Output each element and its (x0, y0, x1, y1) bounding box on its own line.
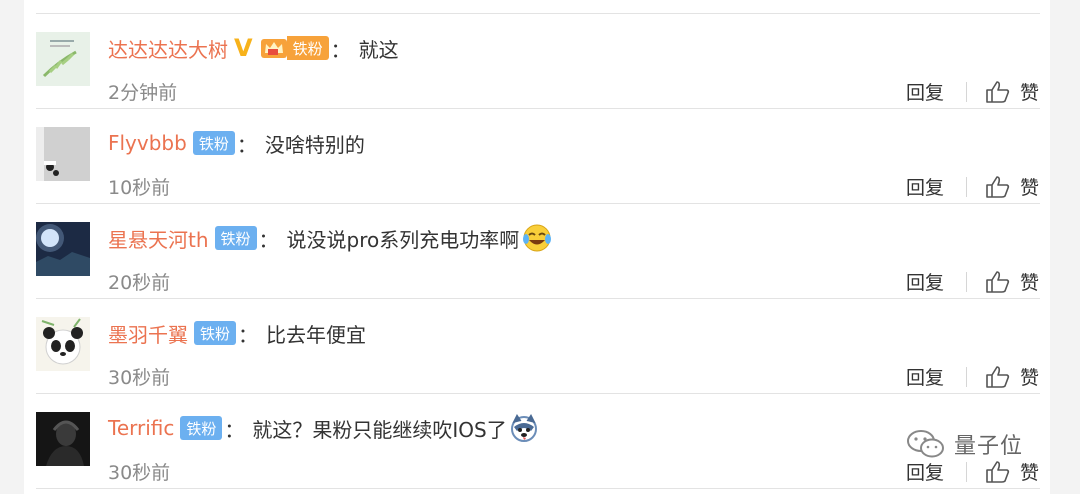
avatar[interactable] (36, 222, 90, 276)
watermark: 量子位 (906, 428, 1023, 460)
username[interactable]: 墨羽千翼 (108, 319, 188, 348)
colon: ： (238, 322, 259, 347)
timestamp: 2分钟前 (108, 82, 178, 104)
separator (36, 488, 1040, 489)
comment-item: 墨羽千翼 铁粉 ： 比去年便宜 30秒前 回复 赞 (24, 299, 1050, 394)
colon: ： (236, 132, 257, 157)
comment-list: 达达达达大树 V 铁粉 ： 就这 2分钟前 回复 赞 Flyvbbb 铁粉 ： … (24, 0, 1050, 494)
divider (966, 462, 967, 482)
colon: ： (224, 417, 245, 442)
like-button[interactable]: 赞 (986, 268, 1039, 295)
comment-item: 星悬天河th 铁粉 ： 说没说pro系列充电功率啊 20秒前 回复 赞 (24, 204, 1050, 299)
thumbs-up-icon (986, 270, 1010, 293)
timestamp: 10秒前 (108, 177, 171, 199)
timestamp: 20秒前 (108, 272, 171, 294)
username[interactable]: Terrific (108, 416, 174, 440)
colon: ： (258, 227, 279, 252)
thumbs-up-icon (986, 175, 1010, 198)
divider (966, 177, 967, 197)
comment-text: 比去年便宜 (266, 322, 367, 347)
like-button[interactable]: 赞 (986, 173, 1039, 200)
comment-text: 没啥特别的 (264, 132, 365, 157)
fan-badge: 铁粉 (192, 131, 235, 155)
fan-badge: 铁粉 (194, 321, 237, 345)
thumbs-up-icon (986, 365, 1010, 388)
like-label: 赞 (1020, 272, 1040, 294)
comment-item: 达达达达大树 V 铁粉 ： 就这 2分钟前 回复 赞 (24, 14, 1050, 109)
fan-badge: 铁粉 (286, 36, 329, 60)
like-button[interactable]: 赞 (986, 78, 1039, 105)
right-margin (1050, 0, 1080, 494)
timestamp: 30秒前 (108, 462, 171, 484)
thumbs-up-icon (986, 80, 1010, 103)
fan-badge: 铁粉 (214, 226, 257, 250)
comment-text: 就这？果粉只能继续吹IOS了 (252, 417, 507, 442)
reply-button[interactable]: 回复 (906, 268, 944, 295)
comment-item: Flyvbbb 铁粉 ： 没啥特别的 10秒前 回复 赞 (24, 109, 1050, 204)
divider (966, 272, 967, 292)
thumbs-up-icon (986, 460, 1010, 483)
reply-button[interactable]: 回复 (906, 173, 944, 200)
watermark-text: 量子位 (954, 434, 1024, 459)
like-label: 赞 (1020, 462, 1040, 484)
like-button[interactable]: 赞 (986, 458, 1039, 485)
username[interactable]: 星悬天河th (108, 224, 209, 253)
reply-button[interactable]: 回复 (906, 458, 944, 485)
divider (966, 82, 967, 102)
like-label: 赞 (1020, 367, 1040, 389)
like-label: 赞 (1020, 82, 1040, 104)
avatar[interactable] (36, 32, 90, 86)
timestamp: 30秒前 (108, 367, 171, 389)
username[interactable]: Flyvbbb (108, 131, 187, 155)
avatar[interactable] (36, 127, 90, 181)
crown-icon (259, 36, 287, 60)
husky-emoji-icon (509, 413, 539, 443)
avatar[interactable] (36, 412, 90, 466)
avatar[interactable] (36, 317, 90, 371)
username[interactable]: 达达达达大树 (108, 34, 228, 63)
like-button[interactable]: 赞 (986, 363, 1039, 390)
verified-icon: V (234, 34, 253, 62)
left-margin (0, 0, 24, 494)
wechat-icon (907, 430, 944, 458)
comment-text: 说没说pro系列充电功率啊 (286, 227, 520, 252)
comment-text: 就这 (358, 37, 399, 62)
crying-laughing-emoji-icon (521, 223, 553, 253)
reply-button[interactable]: 回复 (906, 78, 944, 105)
colon: ： (330, 37, 351, 62)
divider (966, 367, 967, 387)
fan-badge: 铁粉 (180, 416, 223, 440)
comment-item: Terrific 铁粉 ： 就这？果粉只能继续吹IOS了 30秒前 回复 赞 (24, 394, 1050, 489)
reply-button[interactable]: 回复 (906, 363, 944, 390)
like-label: 赞 (1020, 177, 1040, 199)
